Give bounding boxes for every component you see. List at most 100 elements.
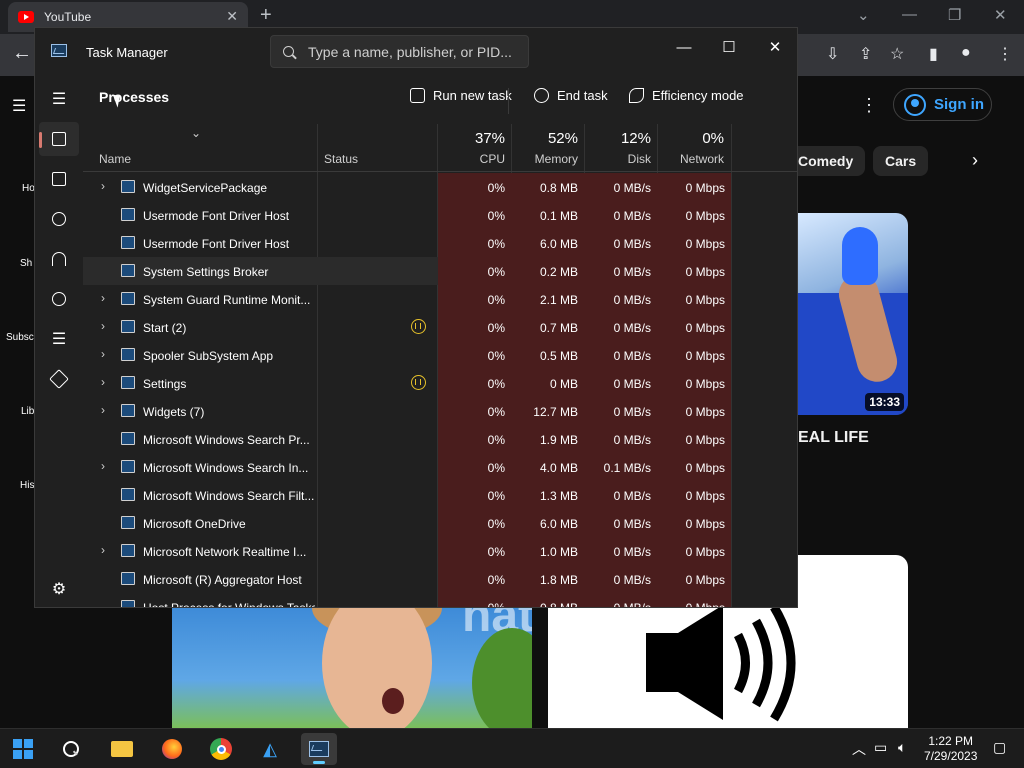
close-button[interactable]: ✕ (752, 32, 797, 62)
notifications-icon[interactable]: ▢ (993, 739, 1006, 756)
maximize-button[interactable]: ☐ (706, 32, 752, 62)
process-disk: 0 MB/s (584, 285, 657, 313)
tray-overflow-chevron-icon[interactable]: ︿ (852, 739, 866, 759)
expand-chevron-icon[interactable]: › (101, 459, 105, 473)
nav-services[interactable] (39, 362, 79, 396)
network-icon[interactable]: ▭ (874, 739, 887, 756)
process-row[interactable]: › Microsoft Windows Search In... 0% 4.0 MB 0… (83, 453, 731, 481)
yt-menu-icon[interactable]: ☰ (12, 96, 26, 116)
video-thumbnail-2[interactable]: hat. (172, 608, 532, 728)
task-manager-taskbar-button[interactable] (301, 733, 337, 765)
process-row[interactable]: Usermode Font Driver Host 0% 0.1 MB 0 MB/s 0… (83, 201, 731, 229)
process-row[interactable]: › Spooler SubSystem App 0% 0.5 MB 0 MB/s 0 Mb… (83, 341, 731, 369)
end-task-button[interactable]: End task (534, 88, 608, 103)
back-arrow-icon[interactable]: ← (12, 42, 32, 65)
browser-close-button[interactable]: ✕ (994, 6, 1007, 24)
clock-date: 7/29/2023 (924, 749, 978, 763)
process-icon (121, 544, 135, 557)
bookmark-star-icon[interactable]: ☆ (890, 44, 904, 64)
yt-sidebar-shorts[interactable]: Sh (20, 258, 32, 269)
browser-minimize-button[interactable]: — (902, 6, 917, 23)
chip-next-icon[interactable]: › (972, 150, 978, 171)
process-icon (121, 320, 135, 333)
firefox-button[interactable] (154, 733, 190, 765)
tab-search-icon[interactable]: ⌄ (857, 6, 870, 24)
process-row[interactable]: › Widgets (7) 0% 12.7 MB 0 MB/s 0 Mbps (83, 397, 731, 425)
profile-icon[interactable]: ● (961, 44, 971, 62)
col-name[interactable]: Name (99, 152, 131, 166)
yt-settings-more-icon[interactable]: ⋮ (860, 95, 878, 116)
expand-chevron-icon[interactable]: › (101, 291, 105, 305)
process-row[interactable]: Host Process for Windows Tasks 0% 0.8 MB 0 … (83, 593, 731, 607)
start-button[interactable] (5, 733, 41, 765)
process-row[interactable]: Usermode Font Driver Host 0% 6.0 MB 0 MB/s 0… (83, 229, 731, 257)
yt-sidebar-library[interactable]: Lib (21, 406, 34, 417)
nav-settings[interactable]: ⚙ (39, 572, 79, 606)
process-icon (121, 432, 135, 445)
expand-chevron-icon[interactable]: › (101, 179, 105, 193)
chip-cars[interactable]: Cars (873, 146, 929, 176)
expand-chevron-icon[interactable]: › (101, 347, 105, 361)
yt-sidebar-home[interactable]: Ho (22, 183, 35, 194)
process-row[interactable]: Microsoft OneDrive 0% 6.0 MB 0 MB/s 0 Mbps (83, 509, 731, 537)
side-panel-icon[interactable]: ▮ (929, 44, 938, 64)
col-network[interactable]: Network (657, 152, 724, 166)
process-disk: 0 MB/s (584, 425, 657, 453)
process-row[interactable]: Microsoft Windows Search Pr... 0% 1.9 MB 0 … (83, 425, 731, 453)
process-cpu: 0% (438, 397, 511, 425)
video-title[interactable]: EAL LIFE (798, 429, 869, 447)
sort-chevron-icon[interactable]: ⌄ (191, 126, 201, 140)
process-row[interactable]: › System Guard Runtime Monit... 0% 2.1 MB 0 … (83, 285, 731, 313)
clock[interactable]: 1:22 PM 7/29/2023 (924, 734, 977, 764)
expand-chevron-icon[interactable]: › (101, 543, 105, 557)
col-disk[interactable]: Disk (584, 152, 651, 166)
process-row[interactable]: › Settings 0% 0 MB 0 MB/s 0 Mbps (83, 369, 731, 397)
volume-icon[interactable]: 🔈︎ (898, 739, 906, 756)
process-row[interactable]: › WidgetServicePackage 0% 0.8 MB 0 MB/s 0 Mbp… (83, 173, 731, 201)
yt-sidebar-history[interactable]: His (20, 480, 34, 491)
process-icon (121, 460, 135, 473)
efficiency-mode-button[interactable]: Efficiency mode (629, 88, 744, 103)
sign-in-button[interactable]: Sign in (893, 88, 992, 121)
process-row[interactable]: › Microsoft Network Realtime I... 0% 1.0 MB… (83, 537, 731, 565)
search-taskbar-button[interactable] (53, 733, 89, 765)
chrome-button[interactable] (203, 733, 239, 765)
nav-app-history[interactable] (39, 202, 79, 236)
search-input[interactable] (308, 43, 518, 60)
video-thumbnail-1[interactable]: 13:33 (798, 213, 908, 415)
browser-menu-icon[interactable]: ⋮ (997, 44, 1013, 64)
video-duration: 13:33 (865, 393, 904, 411)
col-cpu[interactable]: CPU (438, 152, 505, 166)
nav-users[interactable] (39, 282, 79, 316)
nav-details[interactable]: ☰ (39, 322, 79, 356)
nav-performance[interactable] (39, 162, 79, 196)
tab-close-icon[interactable]: ✕ (226, 8, 238, 25)
run-new-task-button[interactable]: Run new task (410, 88, 512, 103)
task-manager-titlebar[interactable]: Task Manager — ☐ ✕ (35, 28, 797, 76)
expand-chevron-icon[interactable]: › (101, 403, 105, 417)
process-row[interactable]: › Start (2) 0% 0.7 MB 0 MB/s 0 Mbps (83, 313, 731, 341)
process-icon (121, 516, 135, 529)
process-search-box[interactable] (270, 35, 529, 68)
process-row[interactable]: System Settings Broker 0% 0.2 MB 0 MB/s 0 Mb… (83, 257, 731, 285)
process-row[interactable]: Microsoft Windows Search Filt... 0% 1.3 MB… (83, 481, 731, 509)
process-memory: 0 MB (511, 369, 584, 397)
col-memory[interactable]: Memory (511, 152, 578, 166)
col-status[interactable]: Status (324, 152, 358, 166)
file-explorer-button[interactable] (104, 733, 140, 765)
process-name: Spooler SubSystem App (143, 349, 274, 363)
new-tab-button[interactable]: + (260, 4, 272, 27)
hamburger-menu-icon[interactable]: ☰ (39, 82, 79, 116)
share-icon[interactable]: ⇪ (859, 44, 872, 64)
expand-chevron-icon[interactable]: › (101, 375, 105, 389)
minimize-button[interactable]: — (661, 32, 707, 62)
dolphin-app-button[interactable]: ◭ (252, 733, 288, 765)
process-row[interactable]: Microsoft (R) Aggregator Host 0% 1.8 MB 0 M… (83, 565, 731, 593)
process-icon (121, 600, 135, 607)
yt-sidebar-subscriptions[interactable]: Subsc (6, 332, 34, 343)
browser-restore-button[interactable]: ❐ (948, 6, 961, 24)
install-app-icon[interactable]: ⇩ (826, 44, 839, 64)
expand-chevron-icon[interactable]: › (101, 319, 105, 333)
nav-startup-apps[interactable] (39, 242, 79, 276)
nav-processes[interactable] (39, 122, 79, 156)
